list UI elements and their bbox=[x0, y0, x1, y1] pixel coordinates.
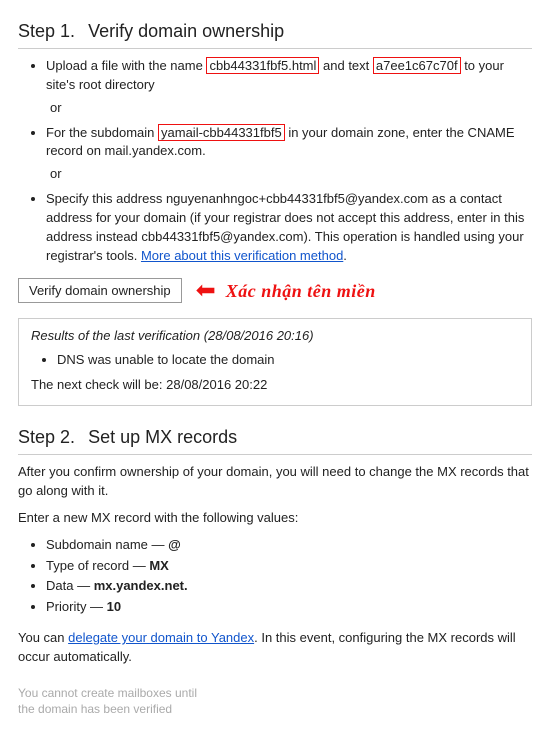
step1-option-cname: For the subdomain yamail-cbb44331fbf5 in… bbox=[46, 124, 532, 187]
footer-note: You cannot create mailboxes until the do… bbox=[18, 685, 532, 717]
step2-enter: Enter a new MX record with the following… bbox=[18, 509, 532, 528]
mx-subdomain: Subdomain name — @ bbox=[46, 536, 532, 555]
verification-results-box: Results of the last verification (28/08/… bbox=[18, 318, 532, 407]
or-label: or bbox=[50, 95, 532, 120]
results-item: DNS was unable to locate the domain bbox=[57, 351, 519, 370]
step1-options-list: Upload a file with the name cbb44331fbf5… bbox=[18, 57, 532, 265]
mx-type: Type of record — MX bbox=[46, 557, 532, 576]
verify-row: Verify domain ownership ⬅ Xác nhận tên m… bbox=[18, 278, 532, 304]
more-about-link[interactable]: More about this verification method bbox=[141, 248, 343, 263]
results-title: Results of the last verification (28/08/… bbox=[31, 327, 519, 346]
step1-option-email: Specify this address nguyenanhngoc+cbb44… bbox=[46, 190, 532, 265]
highlight-filename: cbb44331fbf5.html bbox=[206, 57, 319, 74]
step2-number: Step 2. bbox=[18, 427, 75, 447]
step1-title: Verify domain ownership bbox=[88, 21, 284, 41]
step1-number: Step 1. bbox=[18, 21, 75, 41]
results-next-check: The next check will be: 28/08/2016 20:22 bbox=[31, 376, 519, 395]
results-list: DNS was unable to locate the domain bbox=[31, 351, 519, 370]
step2-title: Set up MX records bbox=[88, 427, 237, 447]
highlight-subdomain: yamail-cbb44331fbf5 bbox=[158, 124, 285, 141]
step2-intro: After you confirm ownership of your doma… bbox=[18, 463, 532, 501]
step1-option-upload: Upload a file with the name cbb44331fbf5… bbox=[46, 57, 532, 120]
step1-heading: Step 1. Verify domain ownership bbox=[18, 18, 532, 49]
delegate-domain-link[interactable]: delegate your domain to Yandex bbox=[68, 630, 254, 645]
annotation-text: Xác nhận tên miền bbox=[226, 278, 376, 304]
mx-priority: Priority — 10 bbox=[46, 598, 532, 617]
mx-values-list: Subdomain name — @ Type of record — MX D… bbox=[18, 536, 532, 617]
mx-data: Data — mx.yandex.net. bbox=[46, 577, 532, 596]
verify-domain-button[interactable]: Verify domain ownership bbox=[18, 278, 182, 303]
highlight-filetext: a7ee1c67c70f bbox=[373, 57, 461, 74]
delegate-paragraph: You can delegate your domain to Yandex. … bbox=[18, 629, 532, 667]
or-label: or bbox=[50, 161, 532, 186]
arrow-icon: ⬅ bbox=[196, 279, 216, 303]
step2-heading: Step 2. Set up MX records bbox=[18, 424, 532, 455]
